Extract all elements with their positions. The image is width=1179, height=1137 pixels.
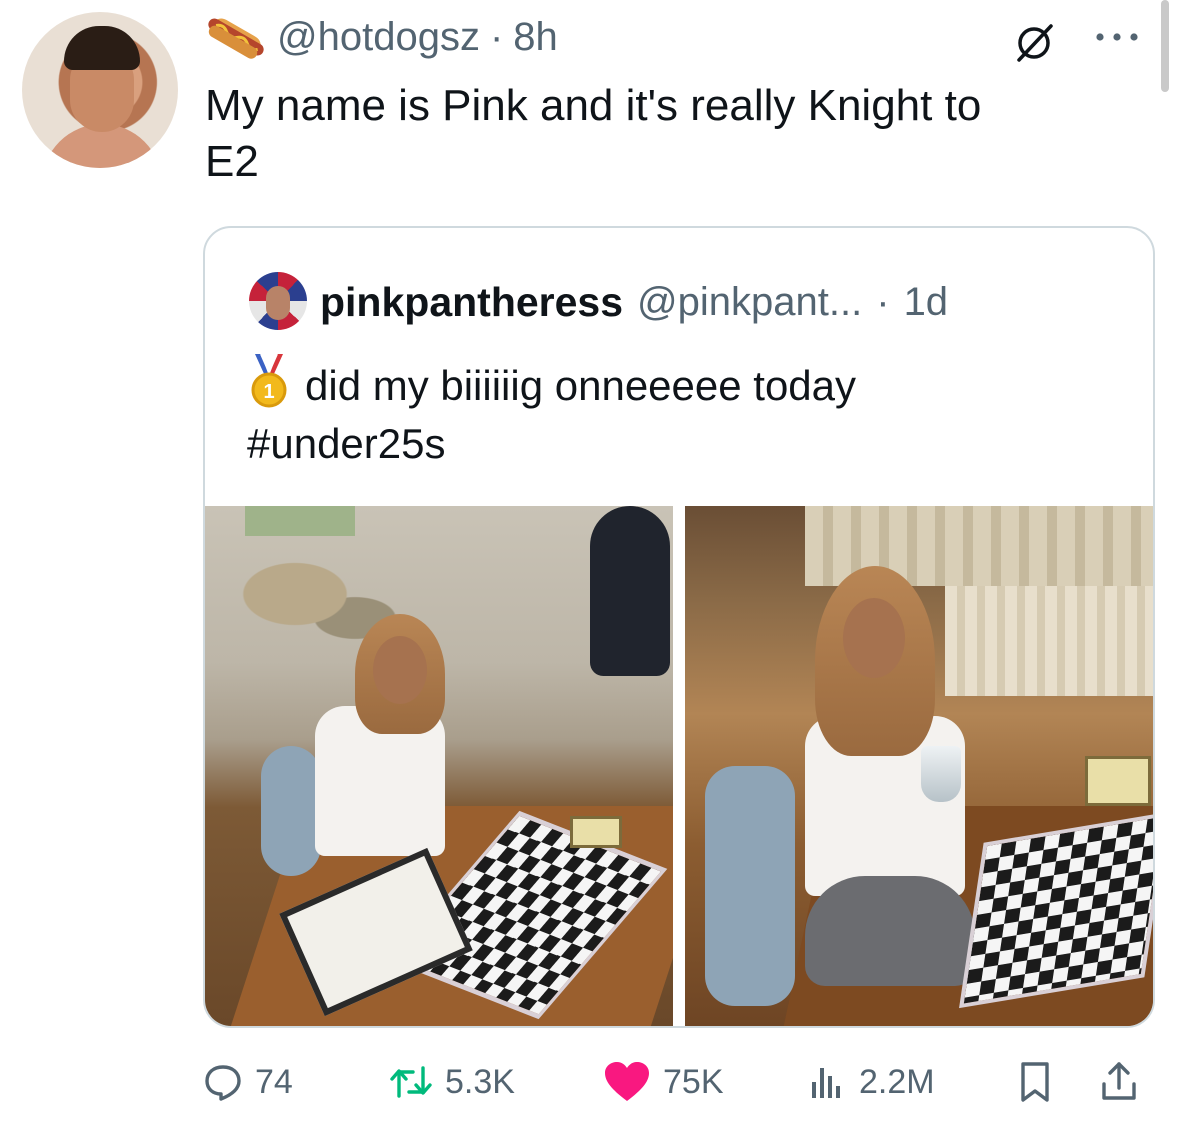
trophy-cup	[921, 746, 961, 802]
share-icon	[1102, 1062, 1136, 1100]
reply-count: 74	[255, 1062, 293, 1101]
separator-dot: ·	[876, 279, 890, 324]
action-bar: 74 5.3K 75K 2.2M	[203, 1052, 1153, 1112]
tweet-page: @hotdogsz · 8h My name is Pink and it's …	[0, 0, 1179, 1137]
separator-dot: ·	[489, 14, 504, 59]
retweet-count: 5.3K	[445, 1062, 515, 1101]
quoted-tweet[interactable]: pinkpantheress @pinkpant... · 1d 1 did m…	[203, 226, 1155, 1028]
photo-grid	[205, 506, 1153, 1026]
views-count: 2.2M	[859, 1062, 935, 1101]
quoted-text-body: did my biiiiiig onneeeee today	[305, 362, 857, 409]
views-button[interactable]: 2.2M	[807, 1052, 935, 1112]
chessboard	[959, 811, 1153, 1009]
standing-person	[590, 506, 670, 676]
reply-icon	[205, 1065, 241, 1101]
author-avatar[interactable]	[22, 12, 178, 168]
views-icon	[812, 1068, 840, 1098]
bookmark-icon	[1021, 1062, 1049, 1102]
hotdog-icon	[208, 18, 264, 59]
first-place-medal-icon: 1	[251, 354, 287, 408]
scrollbar[interactable]	[1161, 0, 1169, 92]
like-count: 75K	[663, 1062, 724, 1101]
chair	[705, 766, 795, 1006]
quoted-author-avatar[interactable]	[249, 272, 307, 330]
like-button[interactable]: 75K	[603, 1052, 724, 1112]
chess-clock	[1085, 756, 1151, 806]
chair	[261, 746, 321, 876]
retweet-icon	[390, 1066, 432, 1098]
tweet-text: My name is Pink and it's really Knight t…	[205, 81, 982, 186]
svg-text:1: 1	[263, 381, 274, 403]
tweet-time[interactable]: 8h	[513, 15, 558, 60]
tweet-header: @hotdogsz · 8h	[205, 10, 558, 64]
chess-photo-left[interactable]	[205, 506, 673, 1026]
player-face	[843, 598, 905, 678]
quoted-tweet-text: 1 did my biiiiiig onneeeee today #under2…	[247, 354, 1127, 473]
more-icon[interactable]	[1090, 22, 1144, 52]
quoted-tweet-header: pinkpantheress @pinkpant... · 1d	[320, 272, 948, 332]
heart-icon	[605, 1062, 649, 1101]
chess-clock	[570, 816, 622, 848]
player-face	[373, 636, 427, 704]
quoted-time[interactable]: 1d	[904, 280, 949, 325]
quoted-handle[interactable]: @pinkpant...	[637, 280, 862, 325]
retweet-button[interactable]: 5.3K	[389, 1052, 515, 1112]
reply-button[interactable]: 74	[203, 1052, 293, 1112]
share-button[interactable]	[1099, 1052, 1139, 1112]
bookmark-button[interactable]	[1015, 1052, 1055, 1112]
grok-icon[interactable]	[1013, 22, 1055, 64]
hashtag-link[interactable]: #under25s	[247, 420, 446, 467]
chess-photo-right[interactable]	[685, 506, 1153, 1026]
author-handle[interactable]: @hotdogsz	[277, 15, 480, 60]
quoted-display-name[interactable]: pinkpantheress	[320, 279, 623, 326]
